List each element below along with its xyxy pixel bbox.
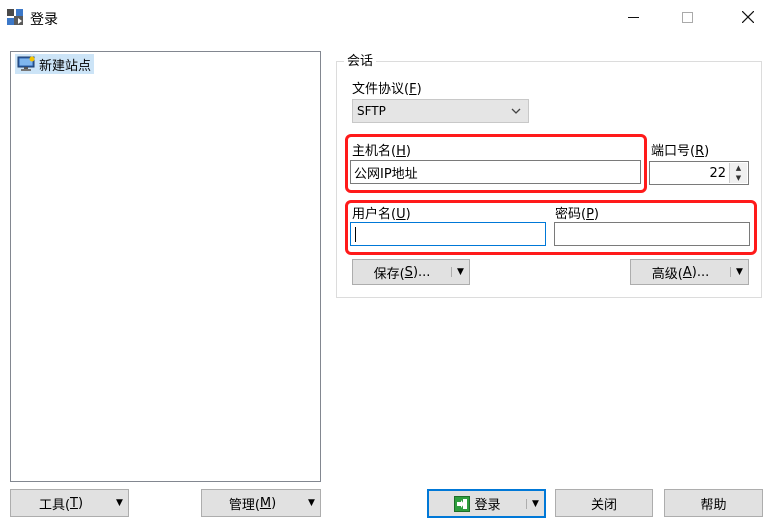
minimize-icon — [627, 16, 639, 18]
port-label: 端口号(R) — [651, 144, 710, 159]
host-label: 主机名(H) — [352, 144, 411, 159]
title-bar: 登录 — [0, 0, 773, 36]
password-input[interactable] — [554, 222, 750, 246]
computer-monitor-icon — [17, 56, 35, 71]
site-tree[interactable]: 新建站点 — [10, 51, 321, 482]
close-window-button[interactable] — [725, 0, 771, 34]
triangle-down-icon: ▼ — [735, 174, 742, 182]
host-input[interactable]: 公网IP地址 — [350, 160, 641, 184]
port-input[interactable]: 22 ▲ ▼ — [649, 161, 749, 185]
minimize-button[interactable] — [610, 0, 656, 34]
session-legend: 会话 — [344, 50, 377, 69]
advanced-button-label[interactable]: 高级(A)... — [631, 263, 730, 282]
login-button-main[interactable]: 登录 — [429, 494, 526, 513]
tools-button-label[interactable]: 工具(T) — [11, 494, 111, 513]
window-title: 登录 — [30, 12, 58, 28]
tools-button[interactable]: 工具(T) ▼ — [10, 489, 129, 517]
close-icon — [742, 11, 754, 23]
protocol-value: SFTP — [357, 104, 386, 118]
triangle-down-icon: ▼ — [736, 267, 743, 277]
advanced-button[interactable]: 高级(A)... ▼ — [630, 259, 749, 285]
advanced-dropdown-button[interactable]: ▼ — [730, 267, 748, 277]
port-value: 22 — [709, 166, 726, 181]
save-button-label[interactable]: 保存(S)... — [353, 263, 451, 282]
close-button-label: 关闭 — [590, 497, 617, 513]
username-input[interactable] — [350, 222, 546, 246]
login-arrow-icon — [454, 495, 471, 512]
chevron-down-icon — [511, 108, 521, 114]
host-input-value: 公网IP地址 — [354, 166, 418, 182]
tools-dropdown-button[interactable]: ▼ — [111, 498, 128, 508]
help-button-label: 帮助 — [700, 497, 727, 513]
maximize-button[interactable] — [664, 0, 710, 34]
manage-button[interactable]: 管理(M) ▼ — [201, 489, 321, 517]
login-dropdown-button[interactable]: ▼ — [526, 498, 544, 509]
password-label: 密码(P) — [555, 207, 599, 222]
triangle-down-icon: ▼ — [116, 498, 123, 508]
help-button[interactable]: 帮助 — [664, 489, 763, 517]
manage-button-label[interactable]: 管理(M) — [202, 494, 303, 513]
app-icon — [7, 9, 23, 25]
triangle-down-icon: ▼ — [532, 498, 539, 509]
protocol-select[interactable]: SFTP — [352, 99, 529, 123]
triangle-up-icon: ▲ — [735, 164, 742, 172]
manage-dropdown-button[interactable]: ▼ — [303, 498, 320, 508]
port-spinner: ▲ ▼ — [729, 163, 747, 183]
triangle-down-icon: ▼ — [457, 267, 464, 277]
close-button[interactable]: 关闭 — [555, 489, 653, 517]
port-decrement-button[interactable]: ▼ — [730, 173, 747, 183]
triangle-down-icon: ▼ — [308, 498, 315, 508]
login-button[interactable]: 登录 ▼ — [427, 489, 546, 518]
text-caret — [355, 226, 356, 242]
save-button[interactable]: 保存(S)... ▼ — [352, 259, 470, 285]
tree-item-new-site[interactable]: 新建站点 — [15, 54, 95, 74]
protocol-label: 文件协议(F) — [352, 82, 422, 97]
login-button-label: 登录 — [474, 498, 501, 513]
username-label: 用户名(U) — [352, 207, 411, 222]
save-dropdown-button[interactable]: ▼ — [451, 267, 469, 277]
maximize-icon — [681, 11, 693, 23]
tree-item-label: 新建站点 — [39, 58, 92, 74]
